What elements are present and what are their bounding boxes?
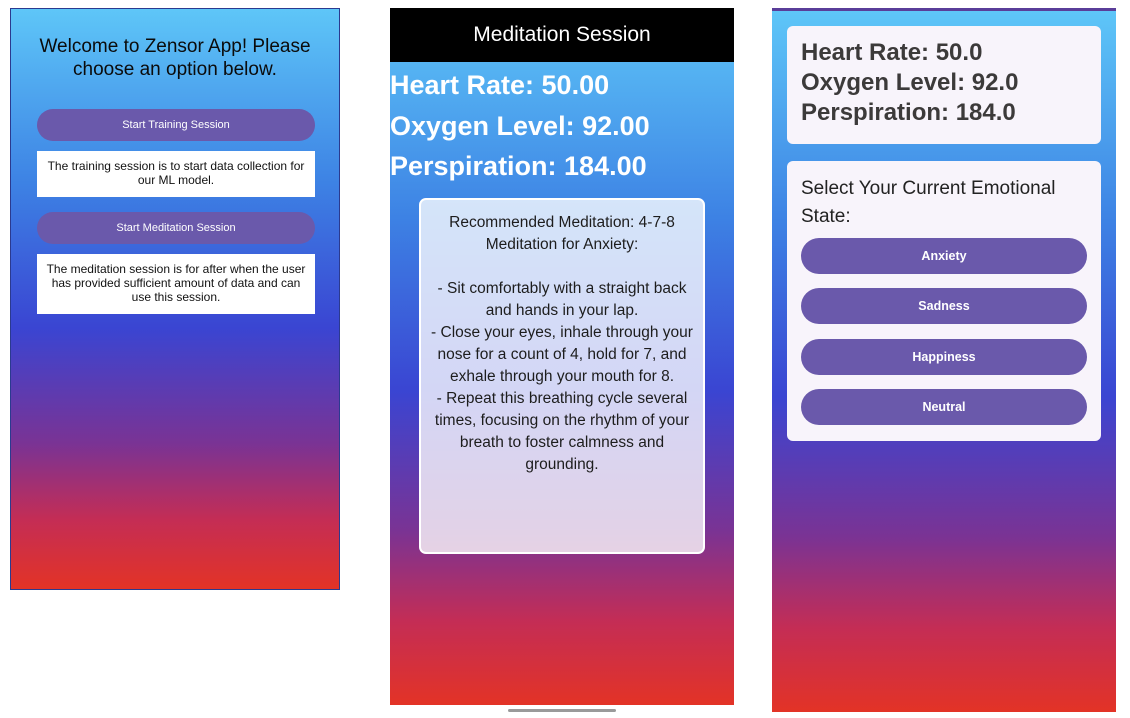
emotion-card: Select Your Current Emotional State: Anx… [787, 161, 1101, 441]
emotion-button-happiness[interactable]: Happiness [801, 339, 1087, 375]
emotion-screen: Heart Rate: 50.0 Oxygen Level: 92.0 Pers… [772, 8, 1116, 712]
emotion-button-neutral[interactable]: Neutral [801, 389, 1087, 425]
vitals-card: Heart Rate: 50.0 Oxygen Level: 92.0 Pers… [787, 26, 1101, 144]
emotion-button-anxiety[interactable]: Anxiety [801, 238, 1087, 274]
heart-rate-readout: Heart Rate: 50.00 [390, 70, 610, 100]
home-screen: Welcome to Zensor App! Please choose an … [10, 8, 340, 590]
oxygen-level-readout: Oxygen Level: 92.00 [390, 111, 650, 141]
training-info: The training session is to start data co… [37, 151, 315, 197]
oxygen-level-readout: Oxygen Level: 92.0 [801, 69, 1019, 96]
heart-rate-readout: Heart Rate: 50.0 [801, 39, 983, 66]
meditation-screen: Meditation Session Heart Rate: 50.00 Oxy… [390, 8, 734, 705]
recommendation-card: Recommended Meditation: 4-7-8 Meditation… [419, 198, 705, 554]
page-title: Meditation Session [390, 8, 734, 62]
meditation-info: The meditation session is for after when… [37, 254, 315, 314]
emotion-button-sadness[interactable]: Sadness [801, 288, 1087, 324]
welcome-message: Welcome to Zensor App! Please choose an … [39, 36, 311, 80]
start-training-button[interactable]: Start Training Session [37, 109, 315, 141]
home-indicator[interactable] [508, 709, 616, 712]
perspiration-readout: Perspiration: 184.0 [801, 99, 1016, 126]
emotion-prompt: Select Your Current Emotional State: [801, 178, 1056, 227]
perspiration-readout: Perspiration: 184.00 [390, 151, 647, 181]
start-meditation-button[interactable]: Start Meditation Session [37, 212, 315, 244]
